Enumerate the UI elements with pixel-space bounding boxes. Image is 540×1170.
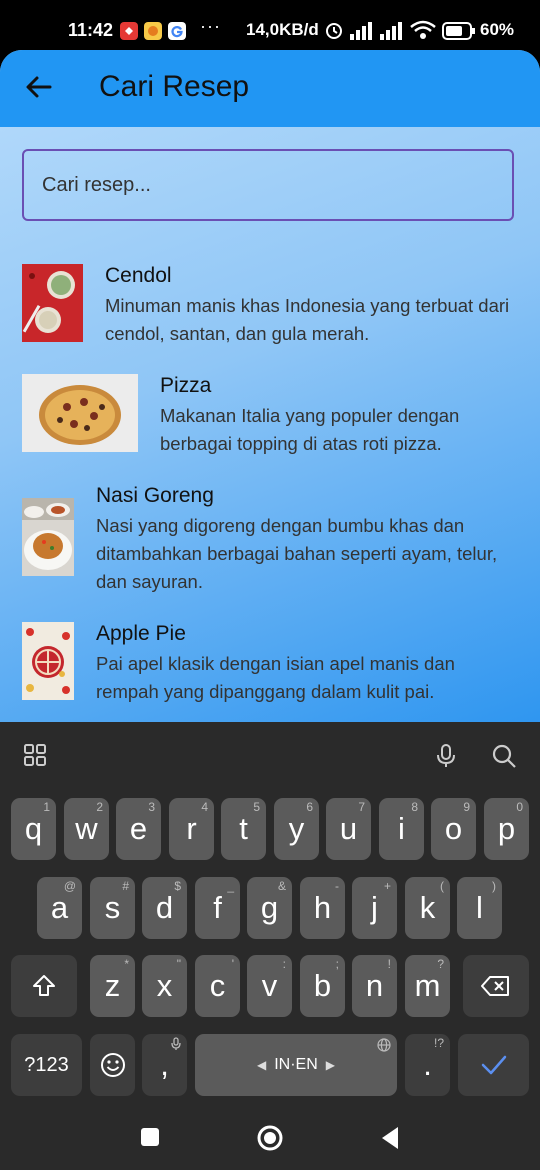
shift-icon <box>33 975 55 996</box>
shift-key[interactable] <box>11 955 77 1017</box>
nasi-goreng-image <box>22 498 74 576</box>
home-button[interactable] <box>256 1124 284 1152</box>
pizza-image <box>22 374 138 452</box>
key-v[interactable]: v: <box>247 955 292 1017</box>
space-bar[interactable]: ◀ IN·EN ▶ <box>195 1034 397 1096</box>
app-bar: Cari Resep <box>0 50 540 127</box>
key-m[interactable]: m? <box>405 955 450 1017</box>
key-a[interactable]: a @ <box>37 877 82 939</box>
chevron-right-icon: ▶ <box>325 1058 336 1072</box>
recipe-title: Apple Pie <box>96 622 186 645</box>
recipe-description: Nasi yang digoreng dengan bumbu khas dan… <box>96 515 498 592</box>
signal-icon <box>380 22 402 40</box>
key-f[interactable]: f _ <box>195 877 240 939</box>
key-w[interactable]: w2 <box>64 798 109 860</box>
recipe-item-cendol[interactable]: Cendol Minuman manis khas Indonesia yang… <box>22 264 518 350</box>
status-time: 11:42 <box>68 20 114 40</box>
search-icon[interactable] <box>490 742 518 770</box>
microphone-icon[interactable] <box>432 742 460 770</box>
key-c[interactable]: c ' <box>195 955 240 1017</box>
cendol-image <box>22 264 83 342</box>
recent-apps-button[interactable] <box>140 1127 160 1147</box>
chevron-left-icon: ◀ <box>256 1058 267 1072</box>
more-notifications-icon: ··· <box>200 16 221 36</box>
battery-icon <box>442 22 475 40</box>
key-r[interactable]: r4 <box>169 798 214 860</box>
signal-icon <box>350 22 372 40</box>
alarm-icon <box>326 23 342 39</box>
key-q[interactable]: q1 <box>11 798 56 860</box>
app-notification-icon <box>120 22 138 40</box>
search-field[interactable] <box>22 149 514 221</box>
back-button[interactable] <box>380 1126 400 1150</box>
recipe-title: Pizza <box>160 374 212 397</box>
key-p[interactable]: p0 <box>484 798 529 860</box>
key-e[interactable]: e3 <box>116 798 161 860</box>
network-speed: 14,0KB/d <box>246 20 319 39</box>
system-navigation-bar <box>0 1102 540 1170</box>
comma-key[interactable]: , <box>142 1034 187 1096</box>
key-i[interactable]: i8 <box>379 798 424 860</box>
key-t[interactable]: t5 <box>221 798 266 860</box>
app-notification-icon <box>144 22 162 40</box>
soft-keyboard: q1 w2 e3 r4 t5 y6 u7 i8 o9 p0 a @ s # d $ f… <box>0 722 540 1102</box>
key-k[interactable]: k( <box>405 877 450 939</box>
google-icon <box>168 22 186 40</box>
microphone-small-icon <box>171 1037 181 1050</box>
emoji-key[interactable] <box>90 1034 135 1096</box>
key-b[interactable]: b; <box>300 955 345 1017</box>
search-input[interactable] <box>40 173 494 198</box>
apple-pie-image <box>22 622 74 700</box>
recipe-description: Minuman manis khas Indonesia yang terbua… <box>105 295 510 344</box>
key-h[interactable]: h- <box>300 877 345 939</box>
key-y[interactable]: y6 <box>274 798 319 860</box>
key-o[interactable]: o9 <box>431 798 476 860</box>
key-u[interactable]: u7 <box>326 798 371 860</box>
recipe-item-pizza[interactable]: Pizza Makanan Italia yang populer dengan… <box>22 374 518 460</box>
period-key[interactable]: .!? <box>405 1034 450 1096</box>
page-title: Cari Resep <box>99 70 250 103</box>
wifi-icon <box>410 20 436 39</box>
apps-grid-icon[interactable] <box>22 742 50 770</box>
key-x[interactable]: x " <box>142 955 187 1017</box>
key-n[interactable]: n! <box>352 955 397 1017</box>
key-g[interactable]: g & <box>247 877 292 939</box>
key-l[interactable]: l) <box>457 877 502 939</box>
key-j[interactable]: j + <box>352 877 397 939</box>
recipe-title: Cendol <box>105 264 172 287</box>
backspace-key[interactable] <box>463 955 529 1017</box>
backspace-icon <box>481 976 509 996</box>
key-s[interactable]: s # <box>90 877 135 939</box>
key-d[interactable]: d $ <box>142 877 187 939</box>
back-arrow-icon[interactable] <box>24 72 54 102</box>
recipe-item-nasi-goreng[interactable]: Nasi Goreng Nasi yang digoreng dengan bu… <box>22 484 518 596</box>
enter-key[interactable] <box>458 1034 529 1096</box>
status-bar: 11:42 ··· 14,0KB/d 60% <box>0 0 540 50</box>
emoji-icon <box>100 1053 125 1077</box>
recipe-title: Nasi Goreng <box>96 484 214 507</box>
symbols-key[interactable]: ?123 <box>11 1034 82 1096</box>
key-z[interactable]: z * <box>90 955 135 1017</box>
globe-icon <box>377 1038 391 1052</box>
checkmark-icon <box>481 1055 506 1075</box>
app-screen: Cari Resep Cendol Minuman manis khas Ind… <box>0 50 540 722</box>
battery-percent: 60% <box>480 20 515 39</box>
recipe-description: Makanan Italia yang populer dengan berba… <box>160 405 460 454</box>
recipe-description: Pai apel klasik dengan isian apel manis … <box>96 653 455 702</box>
recipe-item-apple-pie[interactable]: Apple Pie Pai apel klasik dengan isian a… <box>22 622 518 708</box>
